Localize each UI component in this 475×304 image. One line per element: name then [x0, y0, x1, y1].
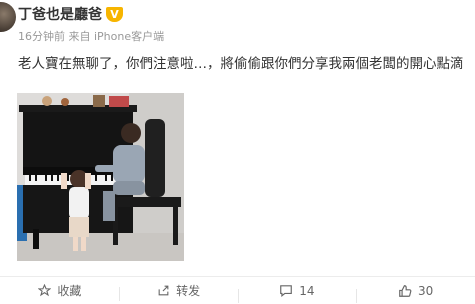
star-icon	[37, 284, 51, 298]
author-name[interactable]: 丁爸也是廳爸	[18, 4, 102, 24]
post-photo[interactable]	[17, 93, 184, 261]
post-author[interactable]: 丁爸也是廳爸 V	[18, 4, 123, 24]
verified-badge-icon: V	[106, 6, 123, 22]
comment-count: 14	[299, 283, 315, 298]
comment-icon	[279, 284, 293, 298]
thumbs-up-icon	[398, 284, 412, 298]
like-button[interactable]: 30	[356, 283, 475, 303]
post-action-bar: 收藏 转发 14 30	[0, 276, 475, 304]
post-text: 老人寶在無聊了，你們注意啦…，將偷偷跟你們分享我兩個老闆的開心點滴	[18, 56, 464, 72]
repost-button[interactable]: 转发	[118, 282, 238, 301]
favorite-label: 收藏	[57, 284, 82, 298]
comment-button[interactable]: 14	[237, 283, 357, 303]
like-count: 30	[417, 283, 434, 298]
user-avatar[interactable]	[0, 2, 16, 32]
post-meta: 16分钟前 来自 iPhone客户端	[18, 30, 165, 43]
favorite-button[interactable]: 收藏	[0, 282, 119, 299]
piano-photo-illustration	[17, 93, 184, 261]
repost-label: 转发	[176, 284, 201, 298]
share-icon	[156, 284, 170, 298]
